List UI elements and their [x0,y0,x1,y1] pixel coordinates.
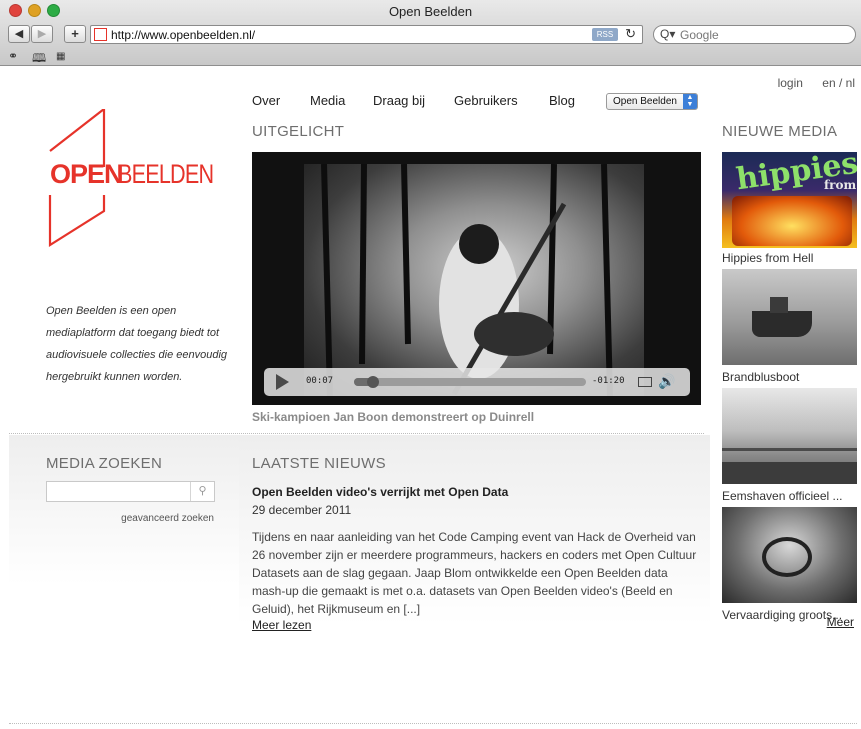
search-title: MEDIA ZOEKEN [46,455,163,472]
thumb-quay [722,448,857,451]
language-switch[interactable]: en / nl [822,76,855,90]
title-bar: Open Beelden [0,0,861,22]
reading-glasses-icon[interactable]: ⚭ [8,49,18,63]
remaining-time: -01:20 [592,376,625,386]
favicon-icon [94,28,107,41]
media-search-input[interactable]: ⚲ [46,481,215,502]
thumb-flames [732,196,852,246]
back-arrow-icon: ◀ [14,28,24,40]
thumb-shore [722,462,857,484]
footer-divider [9,723,857,724]
login-link[interactable]: login [778,76,803,90]
site-select-value: Open Beelden [613,96,677,107]
news-date: 29 december 2011 [252,503,352,517]
forward-button[interactable]: ▶ [31,25,53,43]
video-player[interactable]: 00:07 -01:20 🔊 [252,152,701,405]
site-logo[interactable]: OPEN BEELDEN [46,109,214,249]
featured-title: UITGELICHT [252,123,345,140]
nav-item-over[interactable]: Over [252,93,280,108]
nav-item-blog[interactable]: Blog [549,93,575,108]
volume-icon[interactable]: 🔊 [658,373,675,390]
window-title: Open Beelden [388,4,473,19]
browser-toolbar: ◀ ▶ + http://www.openbeelden.nl/ RSS ↻ Q… [0,23,861,47]
plus-icon: + [71,26,79,41]
new-media-title: NIEUWE MEDIA [722,123,838,140]
add-bookmark-button[interactable]: + [64,25,86,43]
news-title: LAATSTE NIEUWS [252,455,386,472]
video-caption[interactable]: Ski-kampioen Jan Boon demonstreert op Du… [252,410,534,424]
reload-icon[interactable]: ↻ [625,26,636,42]
search-icon[interactable]: ⚲ [190,482,214,501]
read-more-link[interactable]: Meer lezen [252,618,311,632]
forward-arrow-icon: ▶ [37,28,47,40]
media-label[interactable]: Brandblusboot [722,370,857,384]
media-thumb-brandblusboot[interactable] [722,269,857,365]
thumb-overlay-text-2: from [824,178,857,192]
rss-button[interactable]: RSS [592,28,618,41]
advanced-search-link[interactable]: geavanceerd zoeken [46,513,214,524]
site-select-dropdown[interactable]: Open Beelden ▲ ▼ [606,93,698,110]
google-search-placeholder[interactable]: Google [680,28,719,42]
bookmarks-bar: ⚭ 🕮 ▦ [0,48,861,66]
media-thumb-eemshaven[interactable] [722,388,857,484]
google-search-field[interactable]: Q▾ Google [653,25,856,44]
top-links: login en / nl [762,76,855,90]
page-content: login en / nl Over Media Draag bij Gebru… [0,67,861,729]
nav-item-media[interactable]: Media [310,93,345,108]
updown-arrow-icon: ▲ ▼ [683,94,697,109]
media-label[interactable]: Hippies from Hell [722,251,857,265]
video-frame [304,163,644,397]
nav-item-gebruikers[interactable]: Gebruikers [454,93,518,108]
thumb-machine [762,537,812,577]
nav-item-draag-bij[interactable]: Draag bij [373,93,425,108]
search-icon: Q▾ [660,27,676,41]
video-still-image [321,163,613,397]
browser-chrome: Open Beelden ◀ ▶ + http://www.openbeelde… [0,0,861,66]
logo-text-beelden: BEELDEN [118,159,214,189]
fullscreen-icon[interactable] [638,377,652,387]
media-label[interactable]: Eemshaven officieel ... [722,489,857,503]
intro-text: Open Beelden is een open mediaplatform d… [46,305,228,383]
section-divider [9,433,704,434]
address-url[interactable]: http://www.openbeelden.nl/ [111,28,255,42]
news-headline[interactable]: Open Beelden video's verrijkt met Open D… [252,485,508,499]
more-media-link[interactable]: Meer [827,615,854,629]
grid-icon[interactable]: ▦ [56,51,65,62]
media-thumb-vervaardiging[interactable] [722,507,857,603]
media-thumb-hippies[interactable]: hippies from [722,152,857,248]
video-controls: 00:07 -01:20 🔊 [264,368,690,396]
back-button[interactable]: ◀ [8,25,30,43]
news-body: Tijdens en naar aanleiding van het Code … [252,530,697,616]
logo-text-open: OPEN [50,159,124,189]
scrub-handle[interactable] [366,376,379,388]
thumb-boat [752,311,812,337]
elapsed-time: 00:07 [306,376,334,386]
thumb-boat-cabin [770,297,788,313]
play-icon[interactable] [276,374,289,390]
scrub-bar[interactable] [354,376,586,388]
address-bar[interactable]: http://www.openbeelden.nl/ RSS ↻ [90,25,643,44]
